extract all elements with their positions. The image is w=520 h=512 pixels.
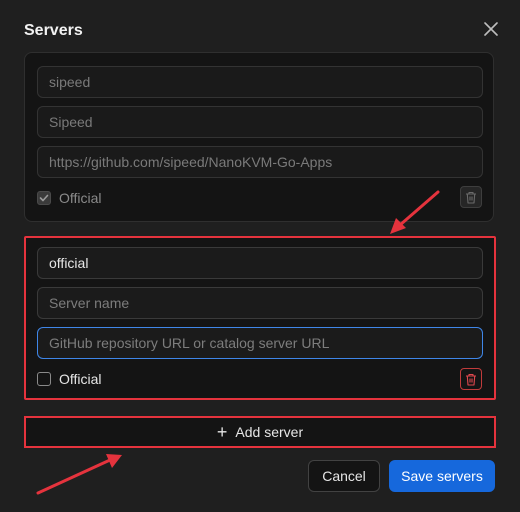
official-checkbox[interactable] [37, 372, 51, 386]
save-servers-button[interactable]: Save servers [389, 460, 495, 492]
close-button[interactable] [480, 18, 502, 40]
official-checkbox-row[interactable]: Official [37, 371, 102, 387]
delete-server-button[interactable] [460, 368, 482, 390]
server-id-field[interactable] [37, 66, 483, 98]
servers-dialog: Servers Official Of [0, 0, 520, 512]
server-id-field[interactable] [37, 247, 483, 279]
trash-icon [466, 373, 476, 386]
server-card-new: Official [24, 236, 496, 400]
server-name-field[interactable] [37, 106, 483, 138]
add-server-button[interactable]: + Add server [24, 416, 496, 448]
server-url-field[interactable] [37, 146, 483, 178]
server-card-sipeed: Official [24, 52, 494, 222]
dialog-title: Servers [24, 22, 83, 39]
server-name-field[interactable] [37, 287, 483, 319]
close-icon [484, 22, 498, 36]
cancel-button[interactable]: Cancel [308, 460, 380, 492]
official-checkbox[interactable] [37, 191, 51, 205]
official-label: Official [59, 371, 102, 387]
server-url-field[interactable] [37, 327, 483, 359]
trash-icon [466, 191, 476, 204]
add-server-label: Add server [235, 424, 304, 440]
delete-server-button[interactable] [460, 186, 482, 208]
plus-icon: + [216, 422, 228, 442]
official-label: Official [59, 190, 102, 206]
check-icon [39, 194, 49, 202]
official-checkbox-row[interactable]: Official [37, 190, 102, 206]
arrow-to-add-server-icon [36, 454, 122, 495]
